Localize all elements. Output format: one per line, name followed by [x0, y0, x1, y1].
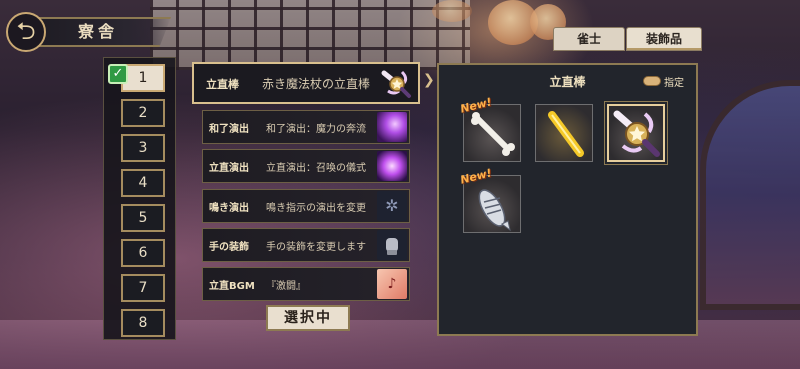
- list-item-category: 立直BGM: [209, 281, 255, 292]
- item-selection-panel: 立直棒 指定 New! New!: [437, 63, 698, 336]
- item-magic-wand[interactable]: [607, 104, 665, 162]
- list-item-description: 和了演出：魔力の奔流: [266, 124, 366, 135]
- page-title: 寮舎: [26, 17, 171, 47]
- gold-stick-icon: [548, 111, 584, 157]
- slot-4[interactable]: 4: [121, 169, 165, 197]
- summon-circle-icon: [377, 151, 407, 181]
- back-arrow-icon: ⮌: [16, 17, 36, 45]
- toggle-icon: [643, 76, 661, 86]
- list-item-category: 立直棒: [206, 78, 239, 91]
- tab-decorations[interactable]: 装飾品: [626, 27, 702, 51]
- slot-8[interactable]: 8: [121, 309, 165, 337]
- back-button[interactable]: ⮌: [6, 12, 46, 52]
- list-item-description: 手の装飾を変更します: [266, 242, 366, 253]
- music-icon: ♪: [377, 269, 407, 299]
- list-item-category: 和了演出: [209, 124, 249, 135]
- item-gold-stick[interactable]: [535, 104, 593, 162]
- background-lantern: [432, 0, 472, 22]
- slot-7[interactable]: 7: [121, 274, 165, 302]
- list-item-category: 鳴き演出: [209, 203, 249, 214]
- slot-3[interactable]: 3: [121, 134, 165, 162]
- list-item-riichi-stick[interactable]: 立直棒 赤き魔法杖の立直棒: [192, 62, 420, 104]
- list-item-category: 立直演出: [209, 163, 249, 174]
- list-item-description: 立直演出：召喚の儀式: [266, 163, 366, 174]
- list-item-description: 『激闘』: [266, 281, 306, 292]
- active-slot-check-icon: ✓: [108, 64, 128, 84]
- tab-jangshi[interactable]: 雀士: [553, 27, 625, 51]
- list-item-riichi-effect[interactable]: 立直演出 立直演出：召喚の儀式: [202, 149, 410, 183]
- list-item-category: 手の装飾: [209, 242, 249, 253]
- list-item-hand-decoration[interactable]: 手の装飾 手の装飾を変更します: [202, 228, 410, 262]
- slot-2[interactable]: 2: [121, 99, 165, 127]
- fixed-toggle-label: 指定: [664, 77, 684, 89]
- selected-pointer-icon: ❯: [423, 72, 435, 88]
- bone-stick-icon: [471, 112, 515, 156]
- list-item-description: 赤き魔法杖の立直棒: [262, 77, 371, 91]
- list-item-riichi-bgm[interactable]: 立直BGM 『激闘』 ♪: [202, 267, 410, 301]
- customize-list: 立直棒 赤き魔法杖の立直棒 和了演出 和了演出：魔力の奔流 立直演出 立直演出：…: [189, 60, 425, 301]
- list-item-description: 鳴き指示の演出を変更: [266, 203, 366, 214]
- fish-stick-icon: [478, 189, 511, 232]
- call-effect-icon: ✲: [377, 191, 407, 221]
- fixed-toggle[interactable]: 指定: [643, 73, 684, 89]
- loadout-slot-panel: 1 2 3 4 5 6 7 8: [103, 57, 176, 340]
- list-item-win-effect[interactable]: 和了演出 和了演出：魔力の奔流: [202, 110, 410, 144]
- magic-wand-icon: [380, 67, 412, 99]
- slot-5[interactable]: 5: [121, 204, 165, 232]
- item-fish-stick[interactable]: New!: [459, 166, 521, 233]
- slot-6[interactable]: 6: [121, 239, 165, 267]
- magic-swirl-icon: [377, 112, 407, 142]
- selecting-badge: 選択中: [266, 305, 350, 331]
- background-arch-window: [700, 80, 800, 310]
- list-item-call-effect[interactable]: 鳴き演出 鳴き指示の演出を変更 ✲: [202, 189, 410, 223]
- item-bone-stick[interactable]: New!: [459, 95, 521, 162]
- magic-wand-icon: [613, 110, 660, 157]
- hand-icon: [377, 230, 407, 260]
